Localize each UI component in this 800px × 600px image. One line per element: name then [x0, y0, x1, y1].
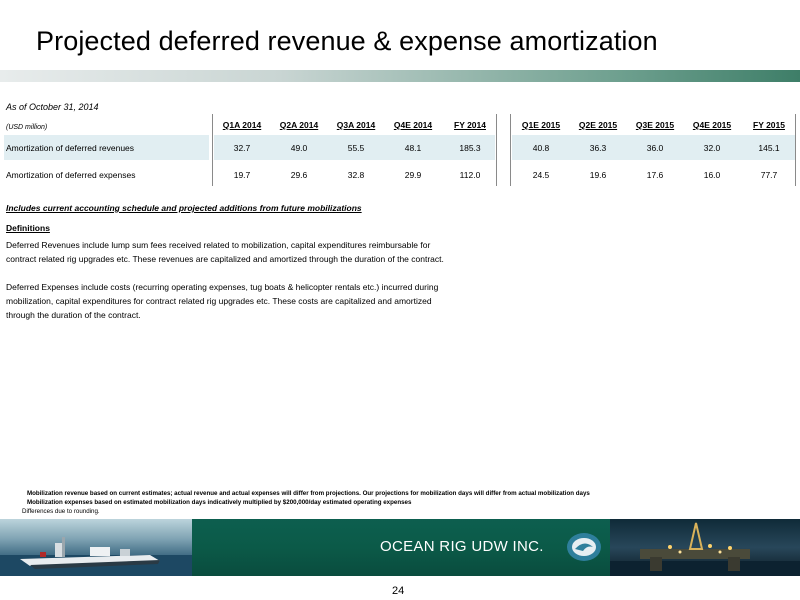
table-cell: 16.0: [703, 170, 721, 180]
footnote: Mobilization expenses based on estimated…: [27, 499, 412, 506]
company-name: OCEAN RIG UDW INC.: [380, 538, 544, 555]
units-label: (USD million): [6, 124, 48, 131]
as-of-date: As of October 31, 2014: [6, 102, 99, 112]
column-divider: [510, 114, 511, 186]
column-divider: [496, 114, 497, 186]
table-cell: 185.3: [459, 143, 481, 153]
column-header: Q3A 2014: [336, 120, 376, 130]
table-cell: 77.7: [760, 170, 778, 180]
table-cell: 145.1: [758, 143, 780, 153]
column-header: Q3E 2015: [635, 120, 675, 130]
definition-line: Deferred Expenses include costs (recurri…: [6, 282, 439, 292]
definition-line: through the duration of the contract.: [6, 310, 141, 320]
footnote-rounding: Differences due to rounding.: [22, 508, 100, 515]
drilling-rig-photo: [610, 519, 800, 576]
deferred-expenses-definition: Deferred Expenses include costs (recurri…: [6, 280, 506, 322]
table-cell: 17.6: [646, 170, 664, 180]
table-cell: 48.1: [404, 143, 422, 153]
column-header: Q2E 2015: [578, 120, 618, 130]
drillship-photo: [0, 519, 192, 576]
schedule-note: Includes current accounting schedule and…: [6, 203, 362, 213]
row-label-revenues: Amortization of deferred revenues: [6, 143, 135, 153]
table-cell: 36.3: [589, 143, 607, 153]
table-cell: 55.5: [347, 143, 365, 153]
table-cell: 19.7: [233, 170, 251, 180]
column-header: Q1A 2014: [222, 120, 262, 130]
definition-line: Deferred Revenues include lump sum fees …: [6, 240, 431, 250]
column-header: FY 2014: [454, 120, 486, 130]
table-cell: 49.0: [290, 143, 308, 153]
column-header: FY 2015: [753, 120, 785, 130]
column-divider: [795, 114, 796, 186]
definitions-heading: Definitions: [6, 223, 50, 233]
definition-line: contract related rig upgrades etc. These…: [6, 254, 444, 264]
table-cell: 29.6: [290, 170, 308, 180]
table-cell: 19.6: [589, 170, 607, 180]
title-gradient-bar: [0, 70, 800, 82]
column-header: Q4E 2014: [393, 120, 433, 130]
company-logo-icon: [567, 533, 601, 561]
table-cell: 112.0: [459, 170, 481, 180]
column-divider: [212, 114, 213, 186]
table-cell: 24.5: [532, 170, 550, 180]
row-label-expenses: Amortization of deferred expenses: [6, 170, 136, 180]
column-header: Q1E 2015: [521, 120, 561, 130]
table-cell: 32.7: [233, 143, 251, 153]
table-cell: 40.8: [532, 143, 550, 153]
deferred-revenues-definition: Deferred Revenues include lump sum fees …: [6, 238, 506, 266]
footnote: Mobilization revenue based on current es…: [27, 490, 590, 497]
table-cell: 32.8: [347, 170, 365, 180]
table-cell: 36.0: [646, 143, 664, 153]
column-header: Q2A 2014: [279, 120, 319, 130]
table-cell: 32.0: [703, 143, 721, 153]
page-title: Projected deferred revenue & expense amo…: [36, 26, 658, 56]
page-number: 24: [392, 585, 405, 597]
table-cell: 29.9: [404, 170, 422, 180]
column-header: Q4E 2015: [692, 120, 732, 130]
definition-line: mobilization, capital expenditures for c…: [6, 296, 432, 306]
